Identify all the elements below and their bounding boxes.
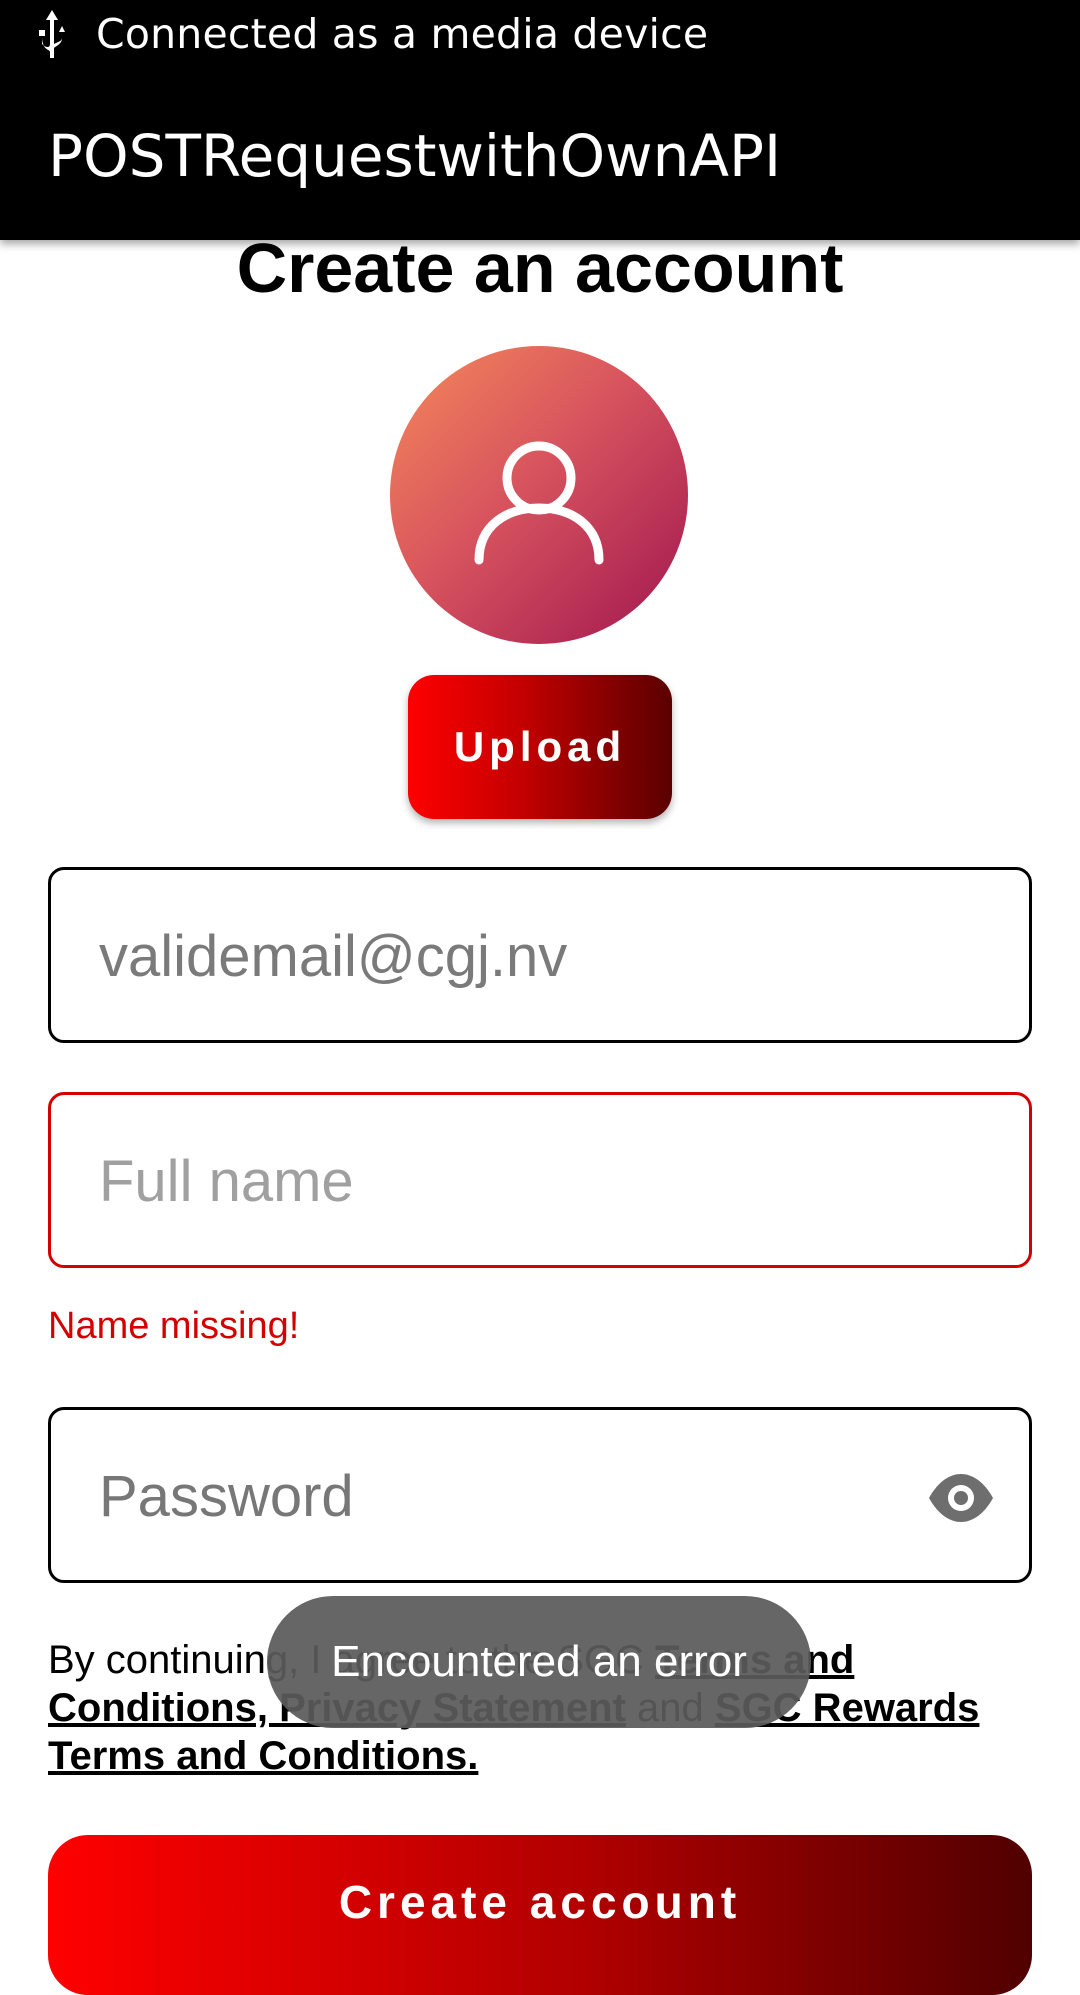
status-bar: Connected as a media device <box>0 0 1080 74</box>
person-outline-icon <box>474 441 604 565</box>
upload-button[interactable]: Upload <box>408 675 672 819</box>
name-error-message: Name missing! <box>48 1305 300 1347</box>
eye-icon[interactable] <box>927 1466 995 1530</box>
email-field[interactable] <box>48 867 1032 1043</box>
app-title: POSTRequestwithOwnAPI <box>48 122 782 190</box>
create-account-button[interactable]: Create account <box>48 1835 1032 1995</box>
usb-icon <box>39 10 65 58</box>
status-text: Connected as a media device <box>96 10 709 58</box>
full-name-input[interactable] <box>97 1095 921 1267</box>
error-toast: Encountered an error <box>267 1596 811 1728</box>
email-input[interactable] <box>97 870 921 1042</box>
password-field[interactable] <box>48 1407 1032 1583</box>
app-bar: POSTRequestwithOwnAPI <box>0 74 1080 240</box>
password-input[interactable] <box>97 1410 921 1582</box>
page-title: Create an account <box>236 229 844 307</box>
avatar[interactable] <box>390 346 688 644</box>
full-name-field[interactable] <box>48 1092 1032 1268</box>
